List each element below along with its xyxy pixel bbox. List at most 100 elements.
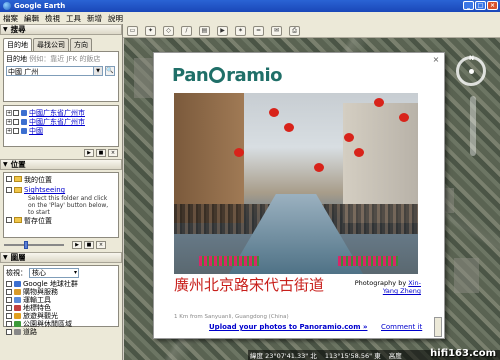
stop-icon[interactable]: ■ xyxy=(84,241,94,249)
search-header[interactable]: ▼ 搜尋 xyxy=(0,24,122,35)
menu-view[interactable]: 檢視 xyxy=(45,13,60,24)
expand-icon[interactable]: + xyxy=(6,118,12,125)
google-earth-icon xyxy=(3,2,11,10)
search-label-text: 目的地 xyxy=(6,55,27,63)
layer-checkbox[interactable] xyxy=(6,305,12,311)
tab-fly-to[interactable]: 目的地 xyxy=(3,38,32,51)
results-controls: ▶ ■ × xyxy=(0,147,122,159)
opacity-slider[interactable] xyxy=(4,241,64,249)
menu-file[interactable]: 檔案 xyxy=(3,13,18,24)
tab-directions[interactable]: 方向 xyxy=(70,38,92,51)
layer-icon xyxy=(14,289,21,295)
collapse-icon: ▼ xyxy=(3,161,8,168)
layer-checkbox[interactable] xyxy=(6,281,12,287)
popup-close-icon[interactable]: × xyxy=(432,56,440,64)
menu-edit[interactable]: 編輯 xyxy=(24,13,39,24)
place-checkbox[interactable] xyxy=(6,187,12,193)
play-icon[interactable]: ▶ xyxy=(84,149,94,157)
menu-add[interactable]: 新增 xyxy=(87,13,102,24)
street-photo[interactable] xyxy=(174,93,418,274)
layer-checkbox[interactable] xyxy=(6,329,12,335)
ruler-icon[interactable]: ═ xyxy=(253,25,264,36)
search-icon[interactable]: 🔍 xyxy=(105,66,115,76)
sky-icon[interactable]: ✶ xyxy=(235,25,246,36)
folder-icon xyxy=(14,187,22,193)
tour-icon[interactable]: ▶ xyxy=(217,25,228,36)
print-icon[interactable]: ⎙ xyxy=(289,25,300,36)
layers-header[interactable]: ▼ 圖層 xyxy=(0,252,122,263)
close-button[interactable]: × xyxy=(487,1,498,10)
place-label: 我的位置 xyxy=(24,176,52,184)
place-link[interactable]: Sightseeing xyxy=(24,186,65,194)
placemark-icon[interactable]: ✦ xyxy=(145,25,156,36)
search-dropdown-icon[interactable]: ▼ xyxy=(94,66,103,76)
photo-distance: 1 Km from Sanyuanli, Guangdong (China) xyxy=(174,314,289,320)
overlay-icon[interactable]: ▤ xyxy=(199,25,210,36)
view-select[interactable]: 核心 xyxy=(29,268,79,278)
result-item[interactable]: + 中國 xyxy=(6,126,116,135)
collapse-icon: ▼ xyxy=(3,254,8,261)
minimize-button[interactable]: _ xyxy=(463,1,474,10)
layers-tree: 檢視： 核心 Google 地球社群購物與服務運輸工具地標特色旅遊與觀光公園與休… xyxy=(3,265,119,336)
search-area: 目的地 例如：靠近 JFK 的飯店 中國 广州 ▼ 🔍 xyxy=(3,51,119,102)
look-joystick-icon[interactable] xyxy=(469,69,474,74)
layer-checkbox[interactable] xyxy=(6,313,12,319)
maximize-button[interactable]: □ xyxy=(475,1,486,10)
panoramio-logo: Pan ramio xyxy=(172,65,282,86)
place-checkbox[interactable] xyxy=(6,176,12,182)
place-item[interactable]: Sightseeing xyxy=(6,186,116,194)
layer-checkbox[interactable] xyxy=(6,297,12,303)
folder-icon xyxy=(14,217,22,223)
layer-icon xyxy=(14,305,21,311)
search-input[interactable]: 中國 广州 xyxy=(6,66,94,76)
tour-controls: ▶ ■ × xyxy=(0,238,122,252)
photo-title: 廣州北京路宋代古街道 xyxy=(174,276,325,294)
place-checkbox[interactable] xyxy=(6,217,12,223)
place-description: Select this folder and click on the 'Pla… xyxy=(28,195,109,216)
result-link[interactable]: 中國 xyxy=(29,126,43,136)
play-icon[interactable]: ▶ xyxy=(72,241,82,249)
slider-thumb[interactable] xyxy=(24,241,28,249)
place-item[interactable]: 暫存位置 xyxy=(6,216,116,226)
compass-icon[interactable]: N xyxy=(456,55,486,86)
expand-icon[interactable]: + xyxy=(6,127,12,134)
folder-icon xyxy=(14,176,22,182)
result-item[interactable]: + 中國广东省广州市 xyxy=(6,117,116,126)
layer-checkbox[interactable] xyxy=(6,321,12,327)
comment-link[interactable]: Comment it xyxy=(381,323,422,331)
email-icon[interactable]: ✉ xyxy=(271,25,282,36)
place-item[interactable]: 我的位置 xyxy=(6,175,116,185)
zoom-slider[interactable] xyxy=(470,96,476,156)
layer-icon xyxy=(14,321,21,327)
result-checkbox[interactable] xyxy=(13,118,19,125)
menu-bar: 檔案 編輯 檢視 工具 新增 說明 xyxy=(0,12,500,24)
layer-item[interactable]: 道路 xyxy=(6,328,116,336)
popup-scrollbar[interactable] xyxy=(434,317,442,337)
layer-label: 道路 xyxy=(23,328,37,336)
view-label: 檢視： xyxy=(6,269,27,277)
upload-link[interactable]: Upload your photos to Panoramio.com » xyxy=(209,323,367,331)
menu-help[interactable]: 說明 xyxy=(108,13,123,24)
delete-icon[interactable]: × xyxy=(108,149,118,157)
logo-o-icon xyxy=(209,67,226,83)
layer-checkbox[interactable] xyxy=(6,289,12,295)
sidebar-toggle-icon[interactable]: ▭ xyxy=(127,25,138,36)
expand-icon[interactable]: + xyxy=(6,109,12,116)
result-checkbox[interactable] xyxy=(13,109,19,116)
result-checkbox[interactable] xyxy=(13,127,19,134)
delete-icon[interactable]: × xyxy=(96,241,106,249)
watermark: hifi163.com xyxy=(430,348,496,359)
layer-icon xyxy=(14,297,21,303)
places-header[interactable]: ▼ 位置 xyxy=(0,159,122,170)
title-bar: Google Earth _ □ × xyxy=(0,0,500,12)
stop-icon[interactable]: ■ xyxy=(96,149,106,157)
path-icon[interactable]: ∕ xyxy=(181,25,192,36)
latitude-readout: 緯度 23°07'41.33" 北 xyxy=(250,352,317,360)
polygon-icon[interactable]: ◇ xyxy=(163,25,174,36)
view-row: 檢視： 核心 xyxy=(6,268,116,278)
tab-find-business[interactable]: 尋找公司 xyxy=(33,38,69,51)
search-label: 目的地 例如：靠近 JFK 的飯店 xyxy=(6,54,116,64)
menu-tools[interactable]: 工具 xyxy=(66,13,81,24)
photo-credit: Photography by Xin-Yang Zheng xyxy=(354,279,421,295)
longitude-readout: 113°15'58.56" 東 xyxy=(324,352,381,360)
